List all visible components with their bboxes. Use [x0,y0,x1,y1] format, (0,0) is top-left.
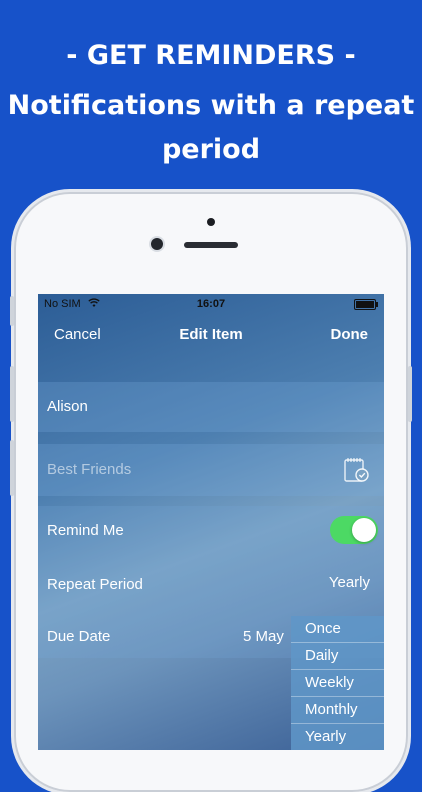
toggle-knob [352,518,376,542]
repeat-option-weekly[interactable]: Weekly [291,670,384,697]
calendar-reminder-icon[interactable] [342,456,370,484]
headline-line-1: - GET REMINDERS - [66,40,356,71]
phone-sensor [207,218,215,226]
status-bar: No SIM 16:07 [38,294,384,314]
repeat-option-monthly[interactable]: Monthly [291,697,384,724]
repeat-period-dropdown: Once Daily Weekly Monthly Yearly [291,616,384,750]
headline-line-2: Notifications with a repeat [7,90,415,121]
app-screen: No SIM 16:07 Cancel Edit Item Done Aliso… [38,294,384,750]
remind-me-toggle[interactable] [330,516,378,544]
repeat-option-daily[interactable]: Daily [291,643,384,670]
group-field[interactable]: Best Friends [38,444,384,496]
repeat-period-value[interactable]: Yearly [329,574,370,591]
phone-side-button [10,296,14,326]
group-placeholder: Best Friends [47,461,132,478]
phone-camera [151,238,163,250]
promo-headline: - GET REMINDERS - Notifications with a r… [0,38,422,172]
phone-volume-down [10,440,14,496]
name-field[interactable]: Alison [38,382,384,432]
status-time: 16:07 [196,298,226,310]
navigation-bar: Cancel Edit Item Done [38,316,384,356]
remind-me-label: Remind Me [47,522,124,539]
due-date-label: Due Date [47,628,111,645]
phone-volume-up [10,366,14,422]
phone-power-button [408,366,412,422]
repeat-period-label: Repeat Period [47,576,143,593]
repeat-option-yearly[interactable]: Yearly [291,724,384,750]
name-value: Alison [47,398,88,415]
repeat-option-once[interactable]: Once [291,616,384,643]
phone-speaker [184,242,238,248]
due-date-value[interactable]: 5 May [243,628,284,645]
done-button[interactable]: Done [331,326,369,343]
battery-icon [354,299,378,310]
headline-line-3: period [161,134,261,165]
